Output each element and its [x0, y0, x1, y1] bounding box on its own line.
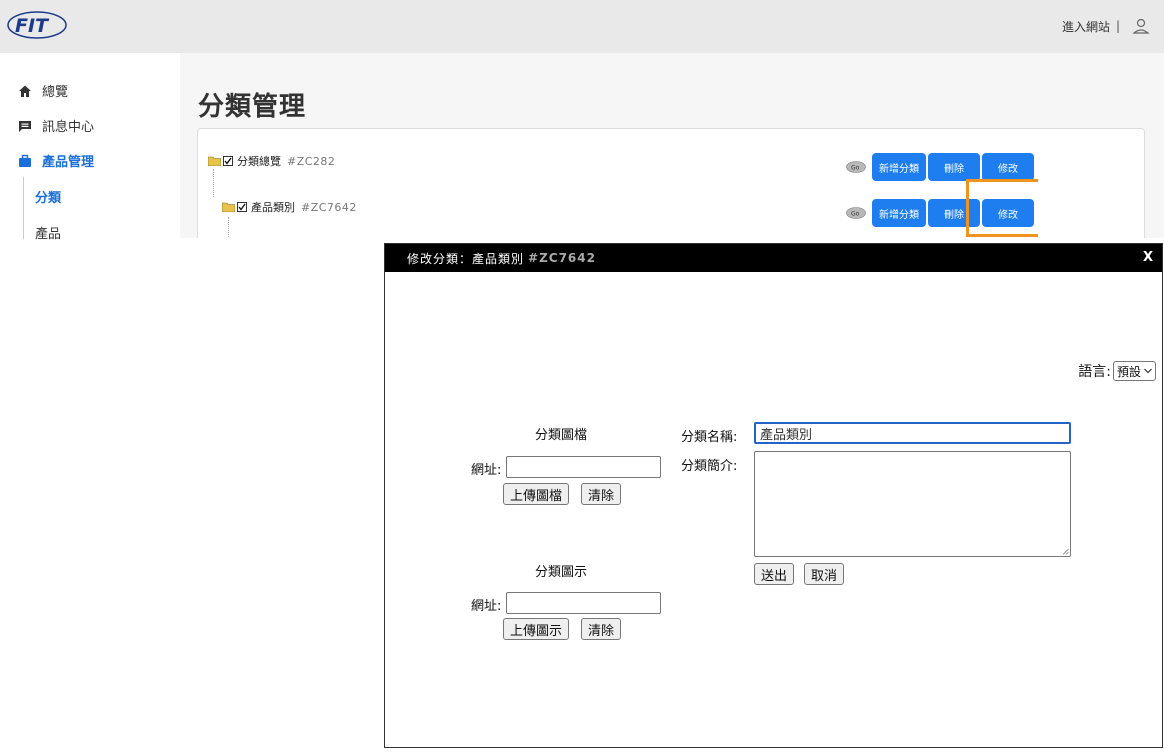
icon-section-heading: 分類圖示	[535, 565, 588, 580]
dialog-title-bar: 修改分類：產品類別 #ZC7642 X	[385, 244, 1162, 272]
row-actions: Go 新增分類 刪除 修改	[846, 153, 1034, 181]
cancel-button[interactable]: 取消	[804, 563, 845, 585]
checkbox-icon[interactable]	[223, 156, 233, 166]
image-url-input[interactable]	[506, 456, 661, 478]
tree-node-label[interactable]: 分類總覽	[237, 153, 281, 169]
svg-text:FIT: FIT	[15, 15, 50, 37]
overlay-panel	[1034, 141, 1144, 238]
dialog-title: 修改分類：產品類別	[407, 251, 525, 266]
top-bar: FIT 進入網站 |	[0, 0, 1164, 53]
tree-connector	[228, 217, 229, 238]
user-icon[interactable]	[1132, 17, 1150, 35]
page-title: 分類管理	[198, 92, 307, 122]
tree-connector	[213, 169, 214, 197]
resize-handle-icon[interactable]	[1062, 548, 1069, 555]
upload-image-button[interactable]: 上傳圖檔	[503, 483, 570, 505]
tree-row: 產品類別 #ZC7642	[222, 199, 357, 215]
go-icon[interactable]: Go	[846, 161, 866, 173]
sidebar-subitem-category[interactable]: 分類	[35, 187, 61, 206]
clear-image-button[interactable]: 清除	[581, 483, 622, 505]
dialog-title-code: #ZC7642	[528, 251, 596, 265]
svg-text:Go: Go	[851, 165, 860, 172]
category-name-input[interactable]: 產品類別	[754, 422, 1071, 444]
home-icon	[19, 85, 31, 97]
sidebar: 總覽 訊息中心 產品管理 分類 產品	[0, 53, 180, 242]
sidebar-subitem-product[interactable]: 產品	[35, 223, 61, 242]
upload-icon-button[interactable]: 上傳圖示	[503, 618, 570, 640]
enter-site-link[interactable]: 進入網站	[1062, 18, 1110, 35]
tree-node-code: #ZC282	[287, 154, 336, 168]
main-content: 分類管理 分類總覽 #ZC282 產品類別 #ZC7642 Go 新增分類 刪除…	[180, 53, 1164, 238]
sidebar-item-label: 總覽	[42, 85, 69, 100]
language-selector: 語言: 預設	[1078, 361, 1156, 381]
category-intro-label: 分類簡介:	[681, 459, 738, 474]
language-label: 語言:	[1078, 364, 1111, 380]
tree-node-label[interactable]: 產品類別	[251, 199, 295, 215]
clear-icon-button[interactable]: 清除	[581, 618, 622, 640]
folder-icon[interactable]	[208, 156, 221, 166]
sidebar-sub-line	[23, 177, 24, 239]
folder-icon[interactable]	[222, 202, 235, 212]
go-icon[interactable]: Go	[846, 207, 866, 219]
sidebar-item-messages[interactable]: 訊息中心	[18, 116, 94, 135]
sidebar-item-products[interactable]: 產品管理	[18, 151, 94, 170]
tree-row: 分類總覽 #ZC282	[208, 153, 335, 169]
sidebar-item-label: 訊息中心	[42, 120, 95, 135]
language-select[interactable]: 預設	[1112, 361, 1156, 381]
image-url-label: 網址:	[471, 463, 502, 478]
briefcase-icon	[19, 154, 31, 167]
svg-text:Go: Go	[851, 211, 860, 218]
separator: |	[1115, 19, 1120, 33]
delete-button[interactable]: 刪除	[928, 153, 980, 181]
chevron-down-icon	[1144, 368, 1152, 374]
fit-logo[interactable]: FIT	[6, 10, 68, 40]
edit-button[interactable]: 修改	[982, 153, 1034, 181]
add-category-button[interactable]: 新增分類	[872, 153, 926, 181]
category-intro-textarea[interactable]	[754, 451, 1071, 557]
edit-category-dialog: 修改分類：產品類別 #ZC7642 X 語言: 預設 分類圖檔 網址: 上傳圖檔…	[384, 243, 1163, 748]
language-value: 預設	[1116, 364, 1141, 379]
top-right-links: 進入網站 |	[1062, 17, 1150, 35]
icon-url-label: 網址:	[471, 599, 502, 614]
message-icon	[19, 120, 31, 132]
category-name-label: 分類名稱:	[681, 430, 738, 445]
tree-node-code: #ZC7642	[301, 200, 357, 214]
close-button[interactable]: X	[1143, 250, 1154, 265]
icon-url-input[interactable]	[506, 592, 661, 614]
submit-button[interactable]: 送出	[754, 563, 795, 585]
sidebar-item-overview[interactable]: 總覽	[18, 81, 68, 100]
sidebar-item-label: 產品管理	[42, 155, 95, 170]
highlight-box	[966, 179, 1038, 237]
add-category-button[interactable]: 新增分類	[872, 199, 926, 227]
image-section-heading: 分類圖檔	[535, 428, 588, 443]
checkbox-icon[interactable]	[237, 202, 247, 212]
